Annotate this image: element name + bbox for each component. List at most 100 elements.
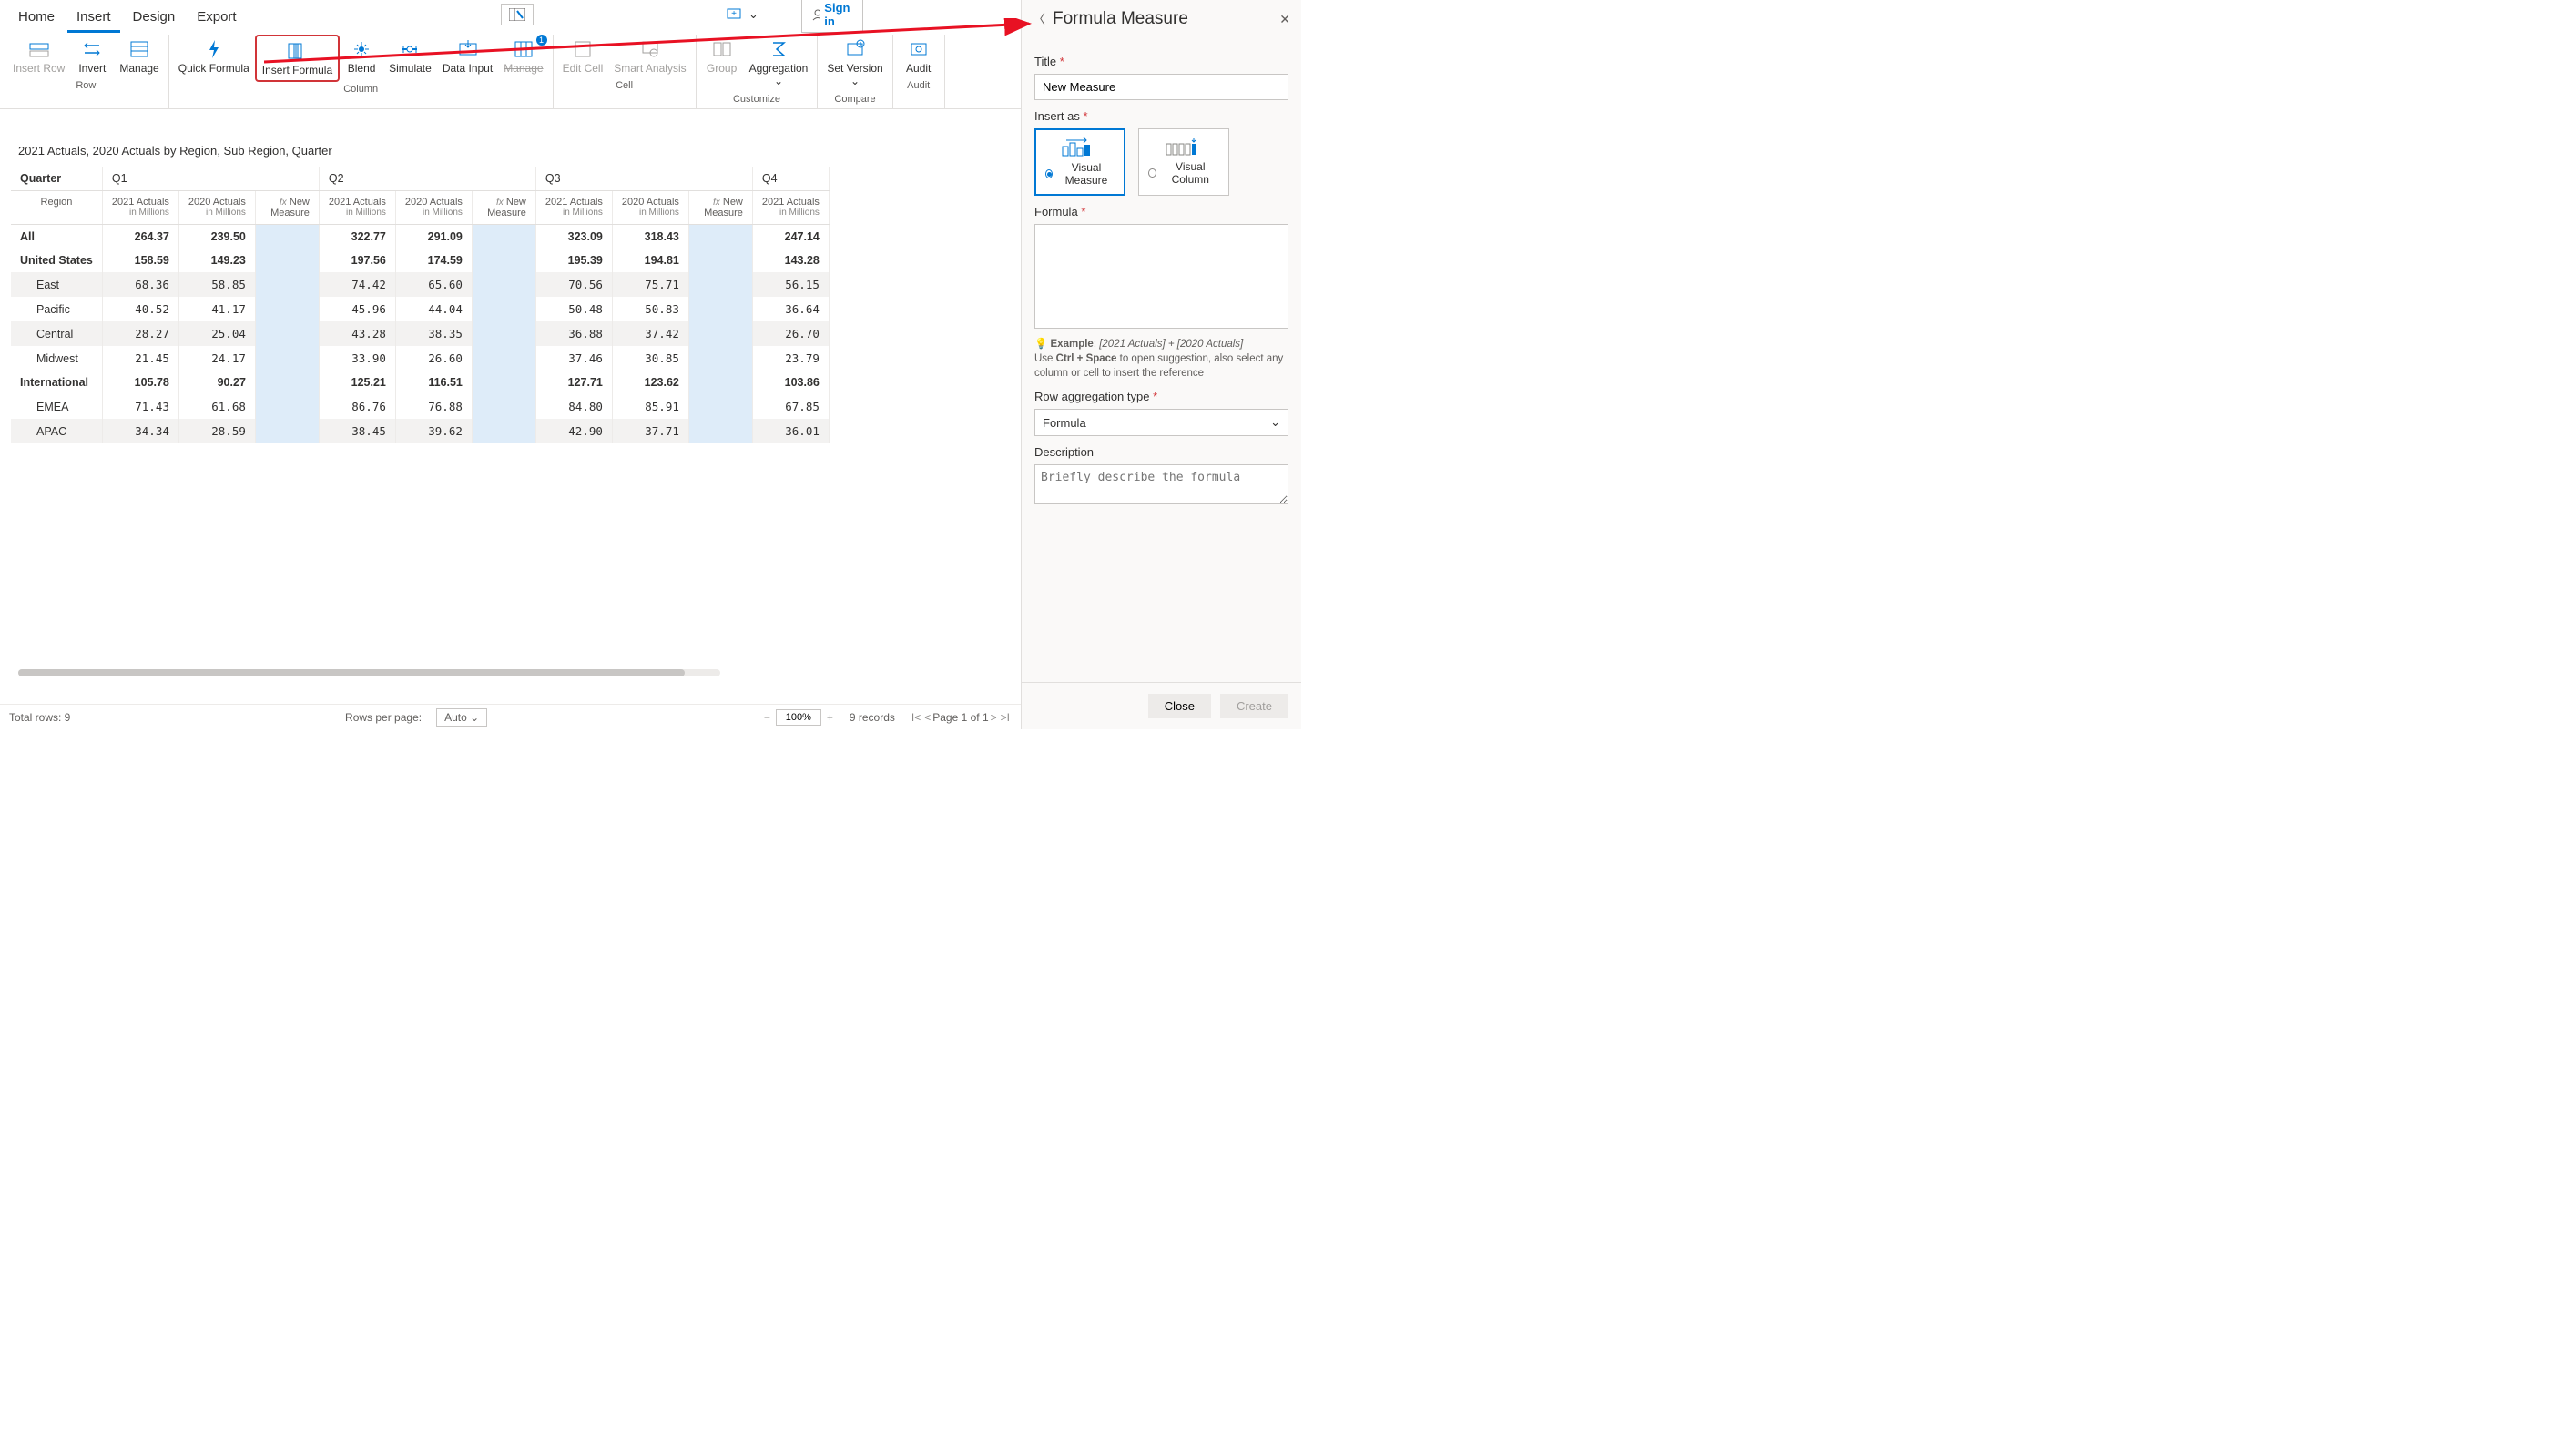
set-version-icon	[844, 38, 866, 60]
table-row[interactable]: APAC34.3428.5938.4539.6242.9037.7136.01	[11, 419, 829, 443]
col-q2-2020[interactable]: 2020 Actualsin Millions	[395, 191, 472, 225]
manage-rows-button[interactable]: Manage	[114, 35, 164, 78]
manage-cols-icon	[513, 38, 535, 60]
last-page-button[interactable]: >I	[999, 711, 1012, 724]
header-q3[interactable]: Q3	[535, 167, 752, 191]
formula-measure-panel: 〈 Formula Measure ✕ Title * Insert as * …	[1021, 0, 1301, 729]
records-label: 9 records	[850, 711, 895, 724]
next-page-button[interactable]: >	[989, 711, 999, 724]
panel-back-button[interactable]: 〈	[1033, 10, 1045, 28]
col-q4-2021[interactable]: 2021 Actualsin Millions	[752, 191, 829, 225]
rowagg-field-label: Row aggregation type *	[1034, 390, 1288, 403]
first-page-button[interactable]: I<	[910, 711, 922, 724]
rows-per-page-label: Rows per page:	[345, 711, 422, 724]
data-input-button[interactable]: Data Input	[437, 35, 498, 82]
aggregation-icon	[768, 38, 789, 60]
layout-icon-button[interactable]	[501, 4, 534, 25]
page-label: Page 1 of 1	[932, 711, 988, 724]
layout-icon	[509, 8, 525, 21]
col-q1-new-measure[interactable]: fx New Measure	[255, 191, 319, 225]
quick-formula-button[interactable]: Quick Formula	[173, 35, 255, 82]
horizontal-scrollbar[interactable]	[18, 669, 720, 676]
group-button: Group	[700, 35, 744, 92]
insert-formula-button[interactable]: Insert Formula	[255, 35, 340, 82]
table-row[interactable]: International105.7890.27125.21116.51127.…	[11, 371, 829, 394]
title-input[interactable]	[1034, 74, 1288, 100]
description-input[interactable]	[1034, 464, 1288, 504]
chevron-down-icon[interactable]: ⌄	[748, 7, 759, 22]
col-q3-2021[interactable]: 2021 Actualsin Millions	[535, 191, 612, 225]
table-row[interactable]: Midwest21.4524.1733.9026.6037.4630.8523.…	[11, 346, 829, 371]
data-table[interactable]: Quarter Q1 Q2 Q3 Q4 Region 2021 Actualsi…	[11, 167, 830, 443]
insert-as-visual-column[interactable]: Visual Column	[1138, 128, 1229, 196]
manage-rows-icon	[128, 38, 150, 60]
tab-insert[interactable]: Insert	[67, 4, 120, 33]
cell-group-label: Cell	[616, 78, 633, 95]
blend-button[interactable]: Blend	[340, 35, 383, 82]
compare-group-label: Compare	[834, 92, 875, 108]
col-q2-2021[interactable]: 2021 Actualsin Millions	[319, 191, 395, 225]
tab-home[interactable]: Home	[9, 4, 64, 33]
col-q3-2020[interactable]: 2020 Actualsin Millions	[612, 191, 688, 225]
insert-row-button[interactable]: Insert Row	[7, 35, 70, 78]
manage-columns-button[interactable]: 1Manage	[498, 35, 548, 82]
blend-icon	[351, 38, 372, 60]
audit-button[interactable]: Audit	[897, 35, 941, 78]
zoom-in-button[interactable]: +	[825, 711, 835, 724]
rows-per-page-select[interactable]: Auto ⌄	[436, 708, 487, 727]
invert-icon	[81, 38, 103, 60]
smart-analysis-button: Smart Analysis	[608, 35, 691, 78]
customize-group-label: Customize	[733, 92, 780, 108]
title-field-label: Title *	[1034, 55, 1288, 68]
comment-icon: +	[727, 8, 741, 21]
edit-cell-button: Edit Cell	[557, 35, 609, 78]
tab-export[interactable]: Export	[188, 4, 245, 33]
insert-formula-icon	[286, 40, 308, 62]
desc-field-label: Description	[1034, 445, 1288, 459]
close-button[interactable]: Close	[1148, 694, 1211, 718]
table-row[interactable]: Pacific40.5241.1745.9644.0450.4850.8336.…	[11, 297, 829, 321]
table-row[interactable]: All264.37239.50322.77291.09323.09318.432…	[11, 225, 829, 249]
col-q1-2021[interactable]: 2021 Actualsin Millions	[102, 191, 178, 225]
prev-page-button[interactable]: <	[922, 711, 932, 724]
simulate-button[interactable]: Simulate	[383, 35, 437, 82]
header-q1[interactable]: Q1	[102, 167, 319, 191]
header-quarter: Quarter	[11, 167, 102, 191]
table-row[interactable]: EMEA71.4361.6886.7676.8884.8085.9167.85	[11, 394, 829, 419]
header-q2[interactable]: Q2	[319, 167, 535, 191]
tab-design[interactable]: Design	[124, 4, 185, 33]
table-row[interactable]: Central28.2725.0443.2838.3536.8837.4226.…	[11, 321, 829, 346]
formula-field-label: Formula *	[1034, 205, 1288, 219]
formula-input[interactable]	[1034, 224, 1288, 329]
user-icon	[811, 8, 820, 21]
data-input-icon	[457, 38, 479, 60]
row-group-label: Row	[76, 78, 96, 95]
panel-close-icon[interactable]: ✕	[1279, 12, 1290, 27]
panel-title: Formula Measure	[1053, 9, 1279, 29]
create-button[interactable]: Create	[1220, 694, 1288, 718]
table-row[interactable]: East68.3658.8574.4265.6070.5675.7156.15	[11, 272, 829, 297]
col-q1-2020[interactable]: 2020 Actualsin Millions	[178, 191, 255, 225]
svg-text:+: +	[731, 9, 737, 19]
audit-icon	[908, 38, 930, 60]
header-q4[interactable]: Q4	[752, 167, 829, 191]
row-agg-select[interactable]: Formula⌄	[1034, 409, 1288, 436]
insert-as-visual-measure[interactable]: Visual Measure	[1034, 128, 1125, 196]
set-version-button[interactable]: Set Version⌄	[821, 35, 888, 92]
lightning-icon	[203, 38, 225, 60]
total-rows-label: Total rows: 9	[9, 711, 70, 724]
col-q2-new-measure[interactable]: fx New Measure	[472, 191, 535, 225]
table-row[interactable]: United States158.59149.23197.56174.59195…	[11, 249, 829, 272]
invert-button[interactable]: Invert	[70, 35, 114, 78]
insertas-field-label: Insert as *	[1034, 109, 1288, 123]
col-q3-new-measure[interactable]: fx New Measure	[688, 191, 752, 225]
chevron-down-icon: ⌄	[1270, 415, 1280, 430]
badge-icon: 1	[536, 35, 547, 46]
aggregation-button[interactable]: Aggregation⌄	[744, 35, 814, 92]
smart-analysis-icon	[639, 38, 661, 60]
comment-icon-button[interactable]: +	[719, 5, 748, 25]
zoom-input[interactable]	[776, 709, 821, 726]
simulate-icon	[399, 38, 421, 60]
zoom-out-button[interactable]: −	[762, 711, 772, 724]
signin-button[interactable]: Sign in	[801, 0, 863, 33]
